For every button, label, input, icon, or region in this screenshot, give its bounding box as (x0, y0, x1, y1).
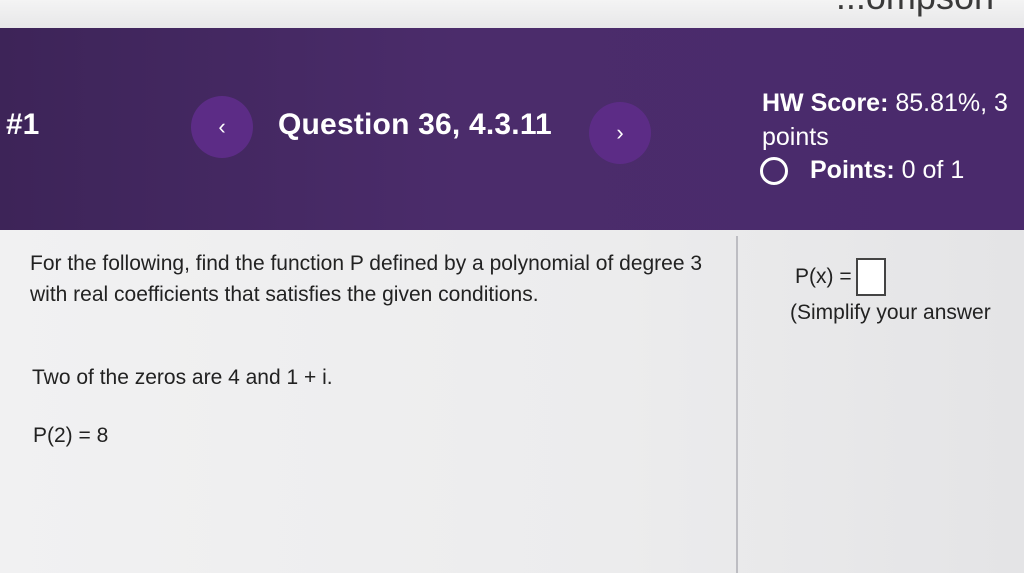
question-prompt: For the following, find the function P d… (30, 252, 703, 306)
hw-score: HW Score: 85.81%, 3 points (762, 86, 1008, 154)
points-label: Points: (810, 156, 895, 184)
question-zeros: Two of the zeros are 4 and 1 + i. (32, 366, 333, 389)
answer-row: P(x) = (795, 258, 886, 296)
hw-score-unit: points (762, 123, 829, 151)
pane-divider (736, 236, 738, 573)
chevron-right-icon: › (616, 120, 624, 145)
hw-score-value: 85.81%, 3 (895, 89, 1008, 117)
answer-label: P(x) = (795, 265, 852, 288)
hw-score-label: HW Score: (762, 89, 889, 117)
chevron-left-icon: ‹ (218, 114, 226, 139)
top-strip: ...ompson (0, 0, 1024, 30)
top-partial-text: ...ompson (836, 0, 994, 18)
answer-input[interactable] (855, 258, 886, 296)
previous-question-button[interactable]: ‹ (191, 96, 253, 158)
next-question-button[interactable]: › (589, 102, 651, 164)
question-condition: P(2) = 8 (33, 424, 109, 447)
question-title: Question 36, 4.3.11 (278, 108, 552, 141)
points-value: 0 of 1 (901, 156, 965, 184)
question-header: #1 ‹ Question 36, 4.3.11 › HW Score: 85.… (0, 28, 1024, 230)
points-status: Points: 0 of 1 (760, 156, 964, 185)
item-number: #1 (6, 108, 40, 141)
simplify-hint: (Simplify your answer (790, 301, 991, 324)
circle-status-icon (760, 156, 788, 185)
